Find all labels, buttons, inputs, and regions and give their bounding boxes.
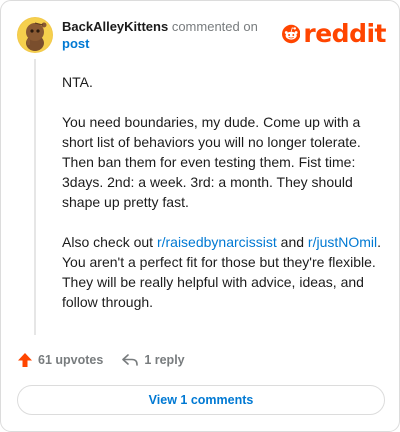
reddit-logo[interactable]: reddit [282, 19, 386, 49]
comment-text: NTA. [62, 74, 93, 90]
comment-body: NTA. You need boundaries, my dude. Come u… [62, 72, 387, 332]
post-link[interactable]: post [62, 35, 282, 52]
comment-actions: 61 upvotes 1 reply [17, 349, 203, 371]
reddit-snoo-icon [282, 24, 301, 44]
snoo-avatar-icon [17, 17, 53, 53]
upvote-arrow-icon [18, 353, 32, 367]
subreddit-link[interactable]: r/justNOmil [308, 234, 377, 250]
comment-text: and [276, 234, 308, 250]
comment-text: You need boundaries, my dude. Come up wi… [62, 114, 361, 210]
reply-button[interactable]: 1 reply [121, 352, 185, 368]
reply-count: 1 reply [144, 353, 185, 367]
comment-embed-card: BackAlleyKittens commented on post reddi… [0, 0, 400, 432]
upvote-button[interactable]: 61 upvotes [17, 352, 103, 368]
upvotes-count: 61 upvotes [38, 353, 104, 367]
user-avatar[interactable] [17, 17, 53, 53]
view-comments-button[interactable]: View 1 comments [17, 385, 385, 415]
comment-header: BackAlleyKittens commented on post [62, 18, 282, 52]
thread-line [34, 59, 36, 335]
comment-text: Also check out [62, 234, 157, 250]
subreddit-link[interactable]: r/raisedbynarcissist [157, 234, 277, 250]
comment-paragraph: NTA. [62, 72, 387, 92]
commented-on-text: commented on [168, 19, 258, 34]
username-link[interactable]: BackAlleyKittens [62, 19, 168, 34]
reply-arrow-icon [122, 354, 139, 366]
reddit-wordmark: reddit [303, 19, 386, 48]
comment-paragraph: You need boundaries, my dude. Come up wi… [62, 112, 387, 212]
comment-paragraph: Also check out r/raisedbynarcissist and … [62, 232, 387, 312]
